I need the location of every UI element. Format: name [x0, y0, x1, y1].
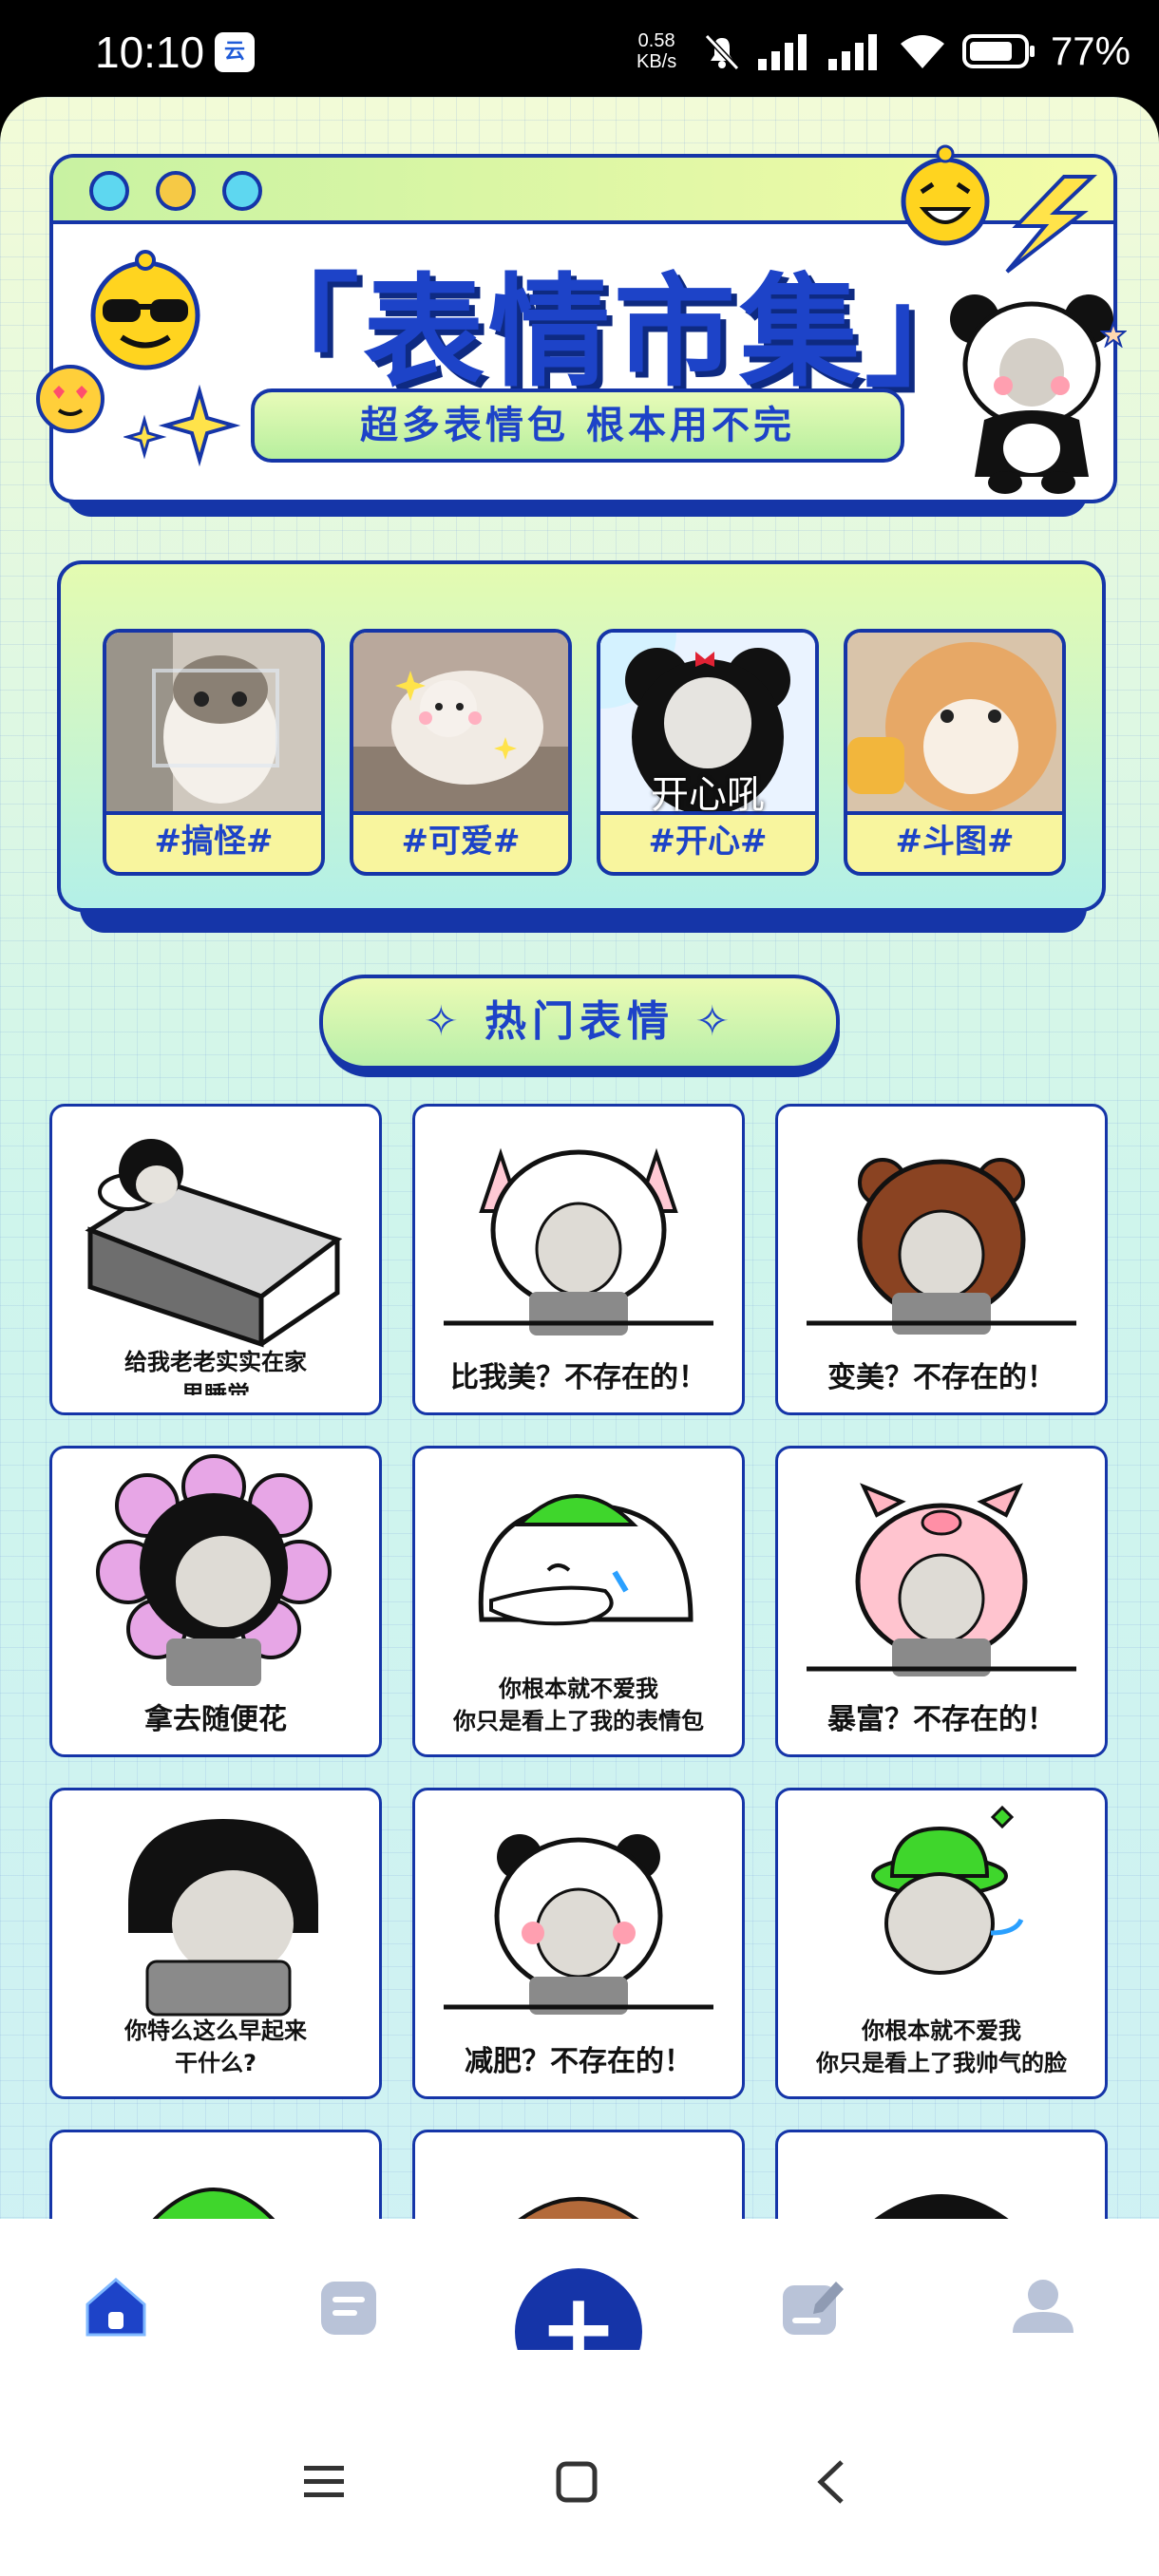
sticker-caption: 你根本就不爱我 你只是看上了我的表情包: [415, 1673, 742, 1737]
category-label: #搞怪#: [154, 823, 274, 861]
menu-icon[interactable]: [302, 2460, 346, 2504]
app-screen: 「表情市集」 超多表情包 根本用不完 #搞怪# #可爱# 开心吼 #开心# #斗…: [0, 97, 1159, 2576]
categories-panel: #搞怪# #可爱# 开心吼 #开心# #斗图#: [57, 560, 1106, 912]
star-icon: [1100, 321, 1127, 348]
banner-title: 「表情市集」: [237, 262, 990, 404]
network-speed: 0.58 KB/s: [636, 30, 676, 72]
panda-meme-icon: [950, 294, 1113, 494]
punch-cat-thumbnail: [847, 633, 1062, 815]
sticker-card[interactable]: 拿去随便花: [49, 1446, 382, 1757]
laughing-emoji-icon: [901, 144, 990, 246]
profile-icon: [1013, 2280, 1074, 2333]
sticker-card[interactable]: 你根本就不爱我 你只是看上了我帅气的脸: [775, 1788, 1108, 2099]
category-label: #开心#: [648, 823, 768, 861]
dog-meme-thumbnail: [353, 633, 568, 815]
caption-line-1: 你根本就不爱我: [499, 1676, 658, 1702]
sticker-card[interactable]: 你特么这么早起来 干什么?: [49, 1788, 382, 2099]
category-overlay-text: 开心吼: [651, 773, 765, 817]
hot-section-title: ✧ 热门表情 ✧: [319, 975, 840, 1070]
sticker-card[interactable]: 变美？不存在的！: [775, 1104, 1108, 1415]
caption-line-2: 干什么?: [175, 2050, 256, 2076]
system-nav-bar: [0, 2350, 1159, 2576]
category-battle[interactable]: #斗图#: [844, 629, 1066, 876]
signal-icon-2: [827, 34, 877, 70]
window-dot-2: [156, 171, 196, 211]
status-icons: 77%: [701, 27, 1130, 76]
sticker-card[interactable]: 暴富？不存在的！: [775, 1446, 1108, 1757]
network-speed-value: 0.58: [637, 30, 675, 51]
sticker-caption: 你根本就不爱我 你只是看上了我帅气的脸: [778, 2015, 1105, 2079]
category-label: #可爱#: [401, 823, 521, 861]
window-dot-1: [89, 171, 129, 211]
wifi-icon: [900, 35, 944, 68]
signal-icon: [757, 34, 807, 70]
back-icon[interactable]: [809, 2458, 853, 2506]
caption-line-2: 你只是看上了我的表情包: [453, 1708, 704, 1734]
network-speed-unit: KB/s: [636, 51, 677, 72]
sticker-caption: 拿去随便花: [144, 1703, 287, 1736]
battery-icon: [961, 34, 1035, 68]
sticker-caption: 减肥？不存在的！: [465, 2045, 693, 2078]
caption-line-1: 你特么这么早起来: [124, 2017, 307, 2044]
sticker-caption: 变美？不存在的！: [827, 1361, 1055, 1394]
home-square-icon[interactable]: [555, 2460, 598, 2504]
caption-line-1: 你根本就不爱我: [862, 2017, 1021, 2044]
battery-percent: 77%: [1050, 28, 1130, 73]
status-bar: 10:10 云 0.58 KB/s 77%: [0, 0, 1159, 104]
sparkle-icon: [124, 384, 241, 467]
cat-meme-thumbnail: [106, 633, 321, 815]
category-cute[interactable]: #可爱#: [350, 629, 572, 876]
banner-subtitle: 超多表情包 根本用不完: [251, 388, 904, 463]
window-dot-3: [222, 171, 262, 211]
cool-emoji-icon: [90, 250, 200, 370]
sticker-caption: 你特么这么早起来 干什么?: [52, 2015, 379, 2079]
template-icon: [321, 2282, 376, 2335]
sticker-caption: 比我美？不存在的！: [450, 1361, 707, 1394]
sticker-card[interactable]: 减肥？不存在的！: [412, 1788, 745, 2099]
cloud-app-icon: 云: [215, 32, 255, 72]
sticker-card[interactable]: 你根本就不爱我 你只是看上了我的表情包: [412, 1446, 745, 1757]
caption-line-2: 里睡觉: [181, 1381, 250, 1395]
edit-icon: [783, 2282, 844, 2335]
sticker-caption: 暴富？不存在的！: [827, 1703, 1055, 1736]
category-happy[interactable]: 开心吼 #开心#: [597, 629, 819, 876]
heart-eyes-emoji-icon: [36, 365, 104, 433]
sticker-card[interactable]: 给我老老实实在家 里睡觉: [49, 1104, 382, 1415]
category-label: #斗图#: [895, 823, 1015, 861]
caption-line-1: 给我老老实实在家: [124, 1349, 307, 1375]
lightning-icon: [1005, 175, 1098, 274]
status-time: 10:10: [95, 28, 205, 77]
sticker-card[interactable]: 比我美？不存在的！: [412, 1104, 745, 1415]
home-icon: [86, 2278, 146, 2337]
caption-line-2: 你只是看上了我帅气的脸: [816, 2050, 1067, 2076]
sticker-caption: 给我老老实实在家 里睡觉: [52, 1346, 379, 1395]
mute-bell-icon: [704, 33, 740, 71]
category-funny[interactable]: #搞怪#: [103, 629, 325, 876]
